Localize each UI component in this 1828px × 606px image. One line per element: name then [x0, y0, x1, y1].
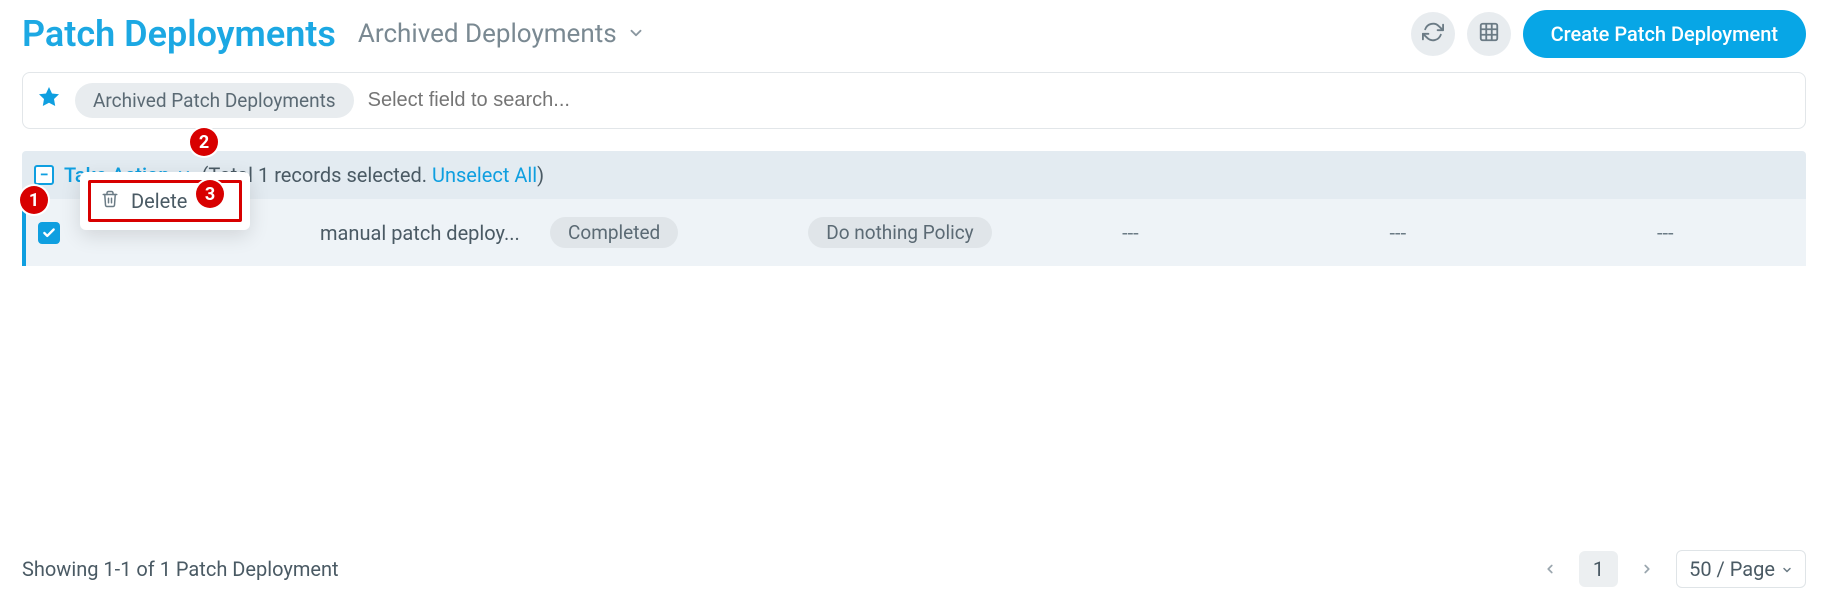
pagination: 1 50 / Page: [1535, 550, 1806, 588]
master-checkbox[interactable]: −: [34, 165, 54, 185]
page-size-label: 50 / Page: [1689, 557, 1775, 581]
annotation-callout: 1: [20, 186, 48, 214]
take-action-menu: Delete: [80, 172, 250, 230]
action-strip: − Take Action (Total 1 records selected.…: [22, 151, 1806, 199]
filter-chip[interactable]: Archived Patch Deployments: [75, 83, 354, 118]
delete-label: Delete: [131, 189, 187, 213]
annotation-callout: 2: [190, 128, 218, 156]
refresh-icon: [1422, 21, 1444, 47]
star-icon[interactable]: [37, 85, 61, 116]
table-row[interactable]: manual patch deploy... Completed Do noth…: [22, 199, 1806, 266]
cell-name: manual patch deploy...: [320, 221, 540, 245]
search-bar[interactable]: Archived Patch Deployments: [22, 72, 1806, 129]
subtitle-dropdown[interactable]: Archived Deployments: [358, 19, 645, 49]
showing-text: Showing 1-1 of 1 Patch Deployment: [22, 557, 339, 581]
grid-icon: [1478, 21, 1500, 47]
chevron-down-icon: [627, 19, 645, 49]
page-size-select[interactable]: 50 / Page: [1676, 550, 1806, 588]
page-number[interactable]: 1: [1579, 551, 1618, 587]
trash-icon: [101, 189, 119, 213]
annotation-callout: 3: [196, 180, 224, 208]
chevron-down-icon: [1781, 557, 1793, 581]
row-checkbox[interactable]: [38, 222, 60, 244]
cell-empty: ---: [1269, 221, 1526, 245]
page-title: Patch Deployments: [22, 13, 336, 55]
next-page-button[interactable]: [1632, 553, 1662, 585]
selection-count: (Total 1 records selected. Unselect All): [202, 163, 545, 187]
status-badge: Completed: [550, 217, 678, 248]
search-input[interactable]: [368, 89, 1791, 112]
refresh-button[interactable]: [1411, 12, 1455, 56]
create-deployment-button[interactable]: Create Patch Deployment: [1523, 10, 1806, 58]
cell-empty: ---: [1002, 221, 1259, 245]
columns-button[interactable]: [1467, 12, 1511, 56]
subtitle-label: Archived Deployments: [358, 19, 617, 49]
prev-page-button[interactable]: [1535, 553, 1565, 585]
policy-badge: Do nothing Policy: [808, 217, 991, 248]
unselect-all-link[interactable]: Unselect All: [432, 163, 537, 187]
cell-empty: ---: [1537, 221, 1794, 245]
